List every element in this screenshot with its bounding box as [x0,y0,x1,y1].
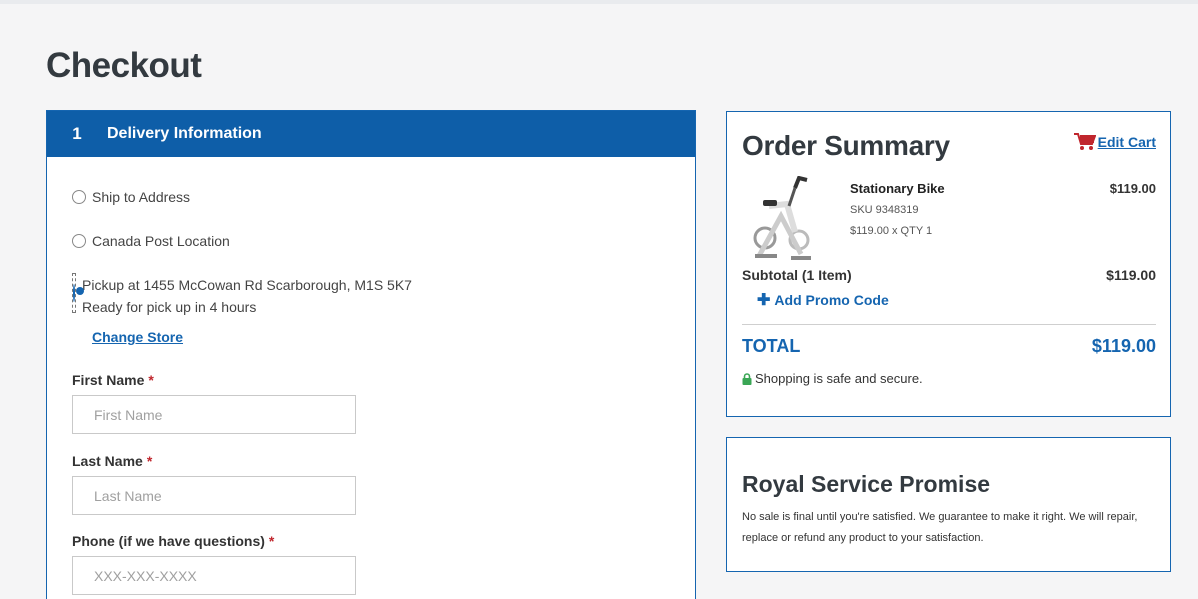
total-label: TOTAL [742,336,801,356]
pickup-ready-time: Ready for pick up in 4 hours [82,299,257,315]
required-mark: * [148,372,154,388]
radio-ship-to-address[interactable] [72,190,86,204]
promise-text: No sale is final until you're satisfied.… [742,511,1138,544]
phone-label: Phone (if we have questions) * [72,533,274,549]
option-label: Canada Post Location [92,233,230,249]
subtotal-value: $119.00 [1106,267,1156,283]
divider [742,324,1156,325]
required-mark: * [268,533,275,549]
option-canada-post[interactable]: Canada Post Location [72,233,230,249]
last-name-field[interactable] [72,476,356,515]
promise-title: Royal Service Promise [742,471,991,497]
step-number: 1 [72,124,82,143]
phone-label-text: Phone (if we have questions) [72,533,265,549]
lock-icon [742,372,752,385]
option-pickup[interactable]: Pickup at 1455 McCowan Rd Scarborough, M… [72,273,412,318]
promo-label: Add Promo Code [774,292,889,308]
total-value: $119.00 [1091,336,1156,356]
change-store-link[interactable]: Change Store [92,329,183,345]
order-summary: Order Summary Edit Cart Stationary Bike … [726,111,1171,417]
edit-cart-link[interactable]: Edit Cart [1098,134,1156,150]
product-price: $119.00 [1109,181,1156,196]
product-sku: SKU 9348319 [850,204,919,216]
add-promo-code-button[interactable]: ✚ Add Promo Code [757,290,889,310]
pickup-text: Pickup at 1455 McCowan Rd Scarborough, M… [82,274,412,318]
secure-notice: Shopping is safe and secure. [742,371,923,386]
product-image[interactable] [751,176,815,262]
required-mark: * [146,453,153,469]
radio-pickup[interactable] [73,284,75,302]
product-qty: $119.00 x QTY 1 [850,225,933,237]
first-name-field[interactable] [72,395,356,434]
product-name: Stationary Bike [850,181,945,196]
first-name-label-text: First Name [72,372,145,388]
radio-focus-outline [72,273,76,313]
secure-text: Shopping is safe and secure. [755,371,923,386]
first-name-label: First Name * [72,372,154,388]
step-title: Delivery Information [107,125,262,142]
radio-canada-post[interactable] [72,234,86,248]
delivery-header: 1 Delivery Information [47,111,695,157]
delivery-panel: 1 Delivery Information Ship to Address C… [46,110,696,599]
service-promise: Royal Service Promise No sale is final u… [726,437,1171,572]
top-bar [0,0,1198,4]
option-ship-to-address[interactable]: Ship to Address [72,189,190,205]
edit-cart[interactable]: Edit Cart [1073,133,1156,151]
phone-field[interactable] [72,556,356,595]
cart-icon [1073,133,1096,150]
option-label: Ship to Address [92,189,191,205]
subtotal-label: Subtotal (1 Item) [742,267,852,283]
pickup-address: Pickup at 1455 McCowan Rd Scarborough, M… [82,277,412,293]
last-name-label-text: Last Name [72,453,143,469]
last-name-label: Last Name * [72,453,152,469]
plus-icon: ✚ [757,292,771,309]
summary-title: Order Summary [742,130,950,161]
page-title: Checkout [46,46,202,85]
